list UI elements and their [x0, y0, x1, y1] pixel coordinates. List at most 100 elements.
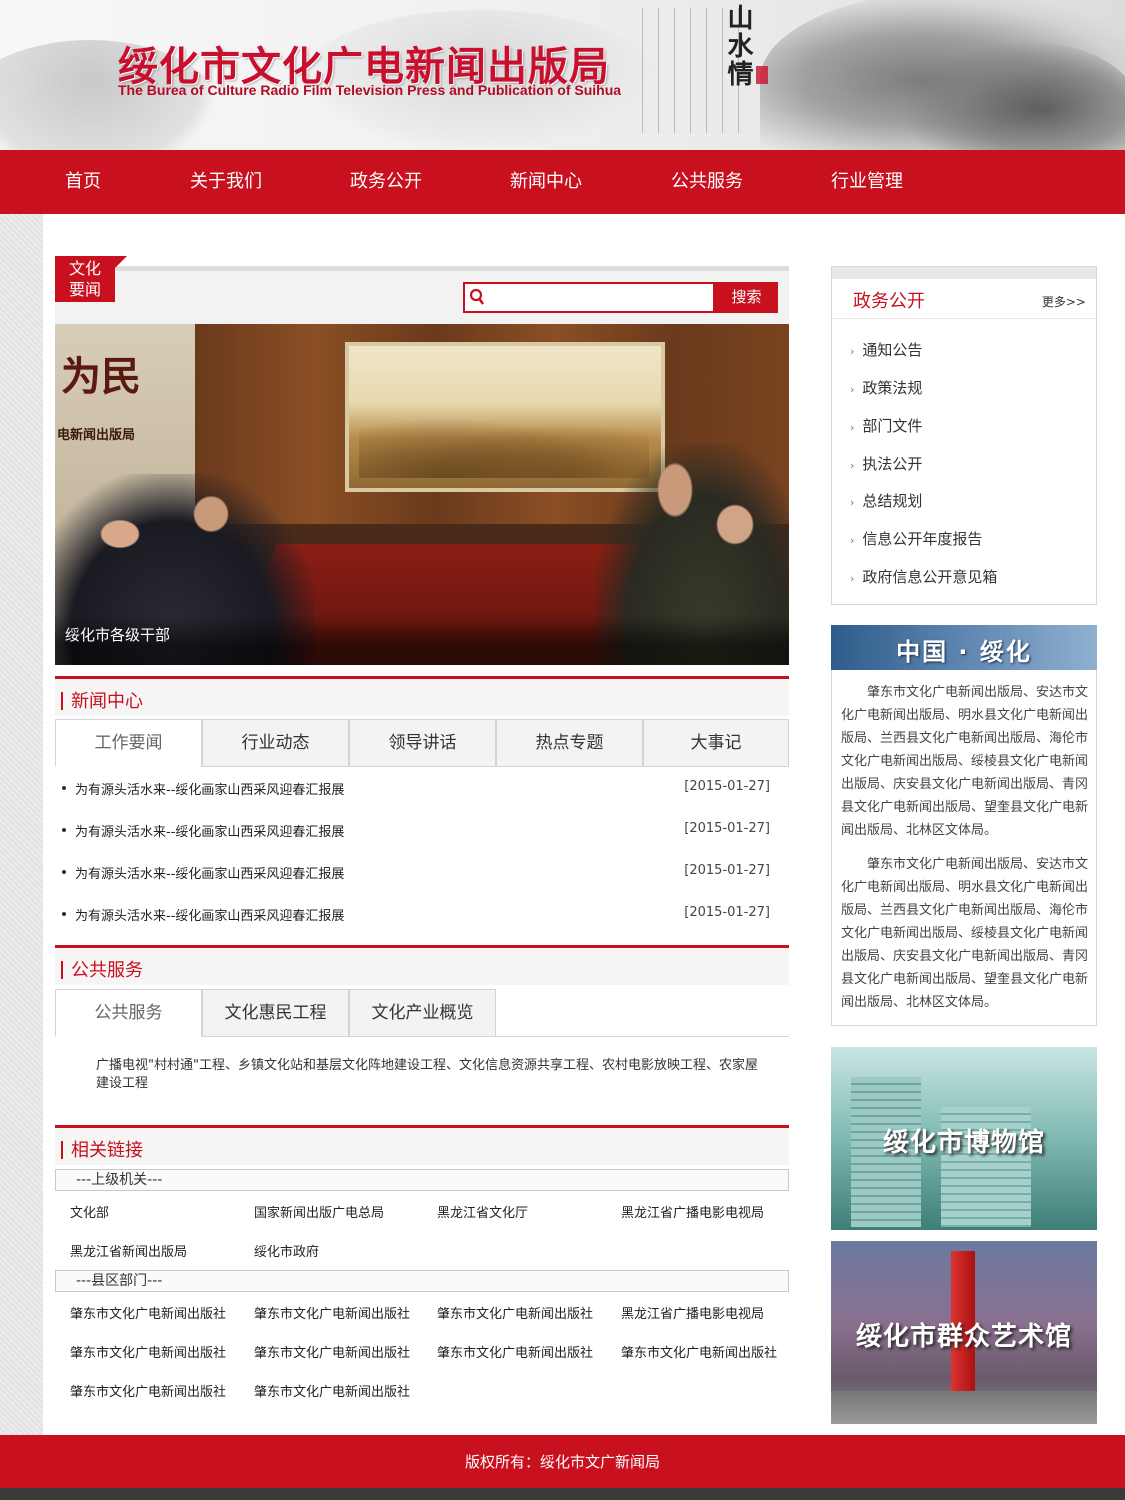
- news-item[interactable]: 为有源头活水来--绥化画家山西采风迎春汇报展 [2015-01-27]: [62, 905, 770, 925]
- related-link[interactable]: 肇东市文化广电新闻出版社: [70, 1381, 226, 1400]
- news-title[interactable]: 为有源头活水来--绥化画家山西采风迎春汇报展: [75, 821, 344, 840]
- news-date: [2015-01-27]: [684, 863, 770, 878]
- nav-item-about[interactable]: 关于我们: [180, 150, 272, 214]
- chevron-right-icon: ›: [850, 459, 855, 472]
- museum-title: 绥化市博物馆: [882, 1128, 1045, 1158]
- search-icon: [469, 288, 485, 305]
- gov-item-label[interactable]: 通知公告: [862, 341, 922, 359]
- news-tabs: 工作要闻 行业动态 领导讲话 热点专题 大事记: [55, 719, 789, 767]
- related-link[interactable]: 黑龙江省广播电影电视局: [621, 1202, 764, 1221]
- nav-item-gov[interactable]: 政务公开: [340, 150, 432, 214]
- related-link[interactable]: 肇东市文化广电新闻出版社: [254, 1342, 410, 1361]
- gov-item[interactable]: › 执法公开: [850, 453, 922, 474]
- gov-item-label[interactable]: 部门文件: [862, 417, 922, 435]
- related-link[interactable]: 肇东市文化广电新闻出版社: [437, 1303, 593, 1322]
- chevron-right-icon: ›: [850, 496, 855, 509]
- related-link[interactable]: 国家新闻出版广电总局: [254, 1202, 384, 1221]
- tab-industry-news[interactable]: 行业动态: [202, 719, 349, 767]
- related-link[interactable]: 肇东市文化广电新闻出版社: [70, 1342, 226, 1361]
- search-box: [463, 282, 715, 313]
- tab-leader-speech[interactable]: 领导讲话: [349, 719, 496, 767]
- gov-item-label[interactable]: 总结规划: [862, 492, 922, 510]
- related-link[interactable]: 肇东市文化广电新闻出版社: [254, 1303, 410, 1322]
- gov-item-label[interactable]: 信息公开年度报告: [862, 530, 982, 548]
- main-nav: 首页 关于我们 政务公开 新闻中心 公共服务 行业管理: [0, 150, 1125, 214]
- intro-paragraph: 肇东市文化广电新闻出版局、安达市文化广电新闻出版局、明水县文化广电新闻出版局、兰…: [841, 685, 1089, 838]
- slideshow-caption: 绥化市各级干部: [65, 626, 171, 644]
- gov-affairs-box: 政务公开 更多>> › 通知公告 › 政策法规 › 部门文件 › 执法公开 › 总结规划 …: [831, 266, 1097, 605]
- tab-hot-topics[interactable]: 热点专题: [496, 719, 643, 767]
- related-link[interactable]: 黑龙江省文化厅: [437, 1202, 528, 1221]
- related-link[interactable]: 黑龙江省广播电影电视局: [621, 1303, 764, 1322]
- tab-work-news[interactable]: 工作要闻: [55, 719, 202, 767]
- gov-item-label[interactable]: 政策法规: [862, 379, 922, 397]
- tab-culture-benefit[interactable]: 文化惠民工程: [202, 989, 349, 1037]
- gov-item-label[interactable]: 政府信息公开意见箱: [862, 568, 997, 586]
- bullet-icon: [62, 870, 66, 874]
- related-link[interactable]: 绥化市政府: [254, 1241, 319, 1260]
- related-link[interactable]: 肇东市文化广电新闻出版社: [70, 1303, 226, 1322]
- china-suihua-banner: 中国 · 绥化: [831, 625, 1097, 670]
- intro-box: 肇东市文化广电新闻出版局、安达市文化广电新闻出版局、明水县文化广电新闻出版局、兰…: [831, 670, 1097, 1026]
- search-button[interactable]: 搜索: [715, 282, 778, 313]
- related-link[interactable]: 文化部: [70, 1202, 109, 1221]
- art-center-banner[interactable]: 绥化市群众艺术馆: [831, 1241, 1097, 1424]
- section-label-line: 要闻: [68, 280, 101, 299]
- tab-culture-industry[interactable]: 文化产业概览: [349, 989, 496, 1037]
- section-label-line: 文化: [68, 259, 101, 278]
- chevron-right-icon: ›: [850, 534, 855, 547]
- search-input[interactable]: [489, 284, 709, 311]
- news-item[interactable]: 为有源头活水来--绥化画家山西采风迎春汇报展 [2015-01-27]: [62, 779, 770, 799]
- public-service-title: 公共服务: [61, 956, 143, 982]
- intro-paragraph: 肇东市文化广电新闻出版局、安达市文化广电新闻出版局、明水县文化广电新闻出版局、兰…: [841, 857, 1089, 1010]
- gov-item[interactable]: › 通知公告: [850, 339, 922, 360]
- museum-banner[interactable]: 绥化市博物馆: [831, 1047, 1097, 1230]
- gov-item[interactable]: › 信息公开年度报告: [850, 528, 982, 549]
- gov-item[interactable]: › 政府信息公开意见箱: [850, 566, 997, 587]
- site-header: 山水情 绥化市文化广电新闻出版局 The Burea of Culture Ra…: [0, 0, 1125, 150]
- news-item[interactable]: 为有源头活水来--绥化画家山西采风迎春汇报展 [2015-01-27]: [62, 863, 770, 883]
- more-link[interactable]: 更多>>: [1042, 293, 1086, 310]
- bullet-icon: [62, 786, 66, 790]
- news-title[interactable]: 为有源头活水来--绥化画家山西采风迎春汇报展: [75, 905, 344, 924]
- news-center-title: 新闻中心: [61, 687, 143, 713]
- seal-stamp: [756, 66, 768, 84]
- news-title[interactable]: 为有源头活水来--绥化画家山西采风迎春汇报展: [75, 779, 344, 798]
- news-item[interactable]: 为有源头活水来--绥化画家山西采风迎春汇报展 [2015-01-27]: [62, 821, 770, 841]
- chevron-right-icon: ›: [850, 345, 855, 358]
- related-link[interactable]: 黑龙江省新闻出版局: [70, 1241, 187, 1260]
- nav-item-home[interactable]: 首页: [50, 150, 116, 214]
- slideshow-image[interactable]: 为民 电新闻出版局 绥化市各级干部: [55, 324, 789, 665]
- road-art: [831, 1391, 1097, 1424]
- bullet-icon: [62, 912, 66, 916]
- related-link[interactable]: 肇东市文化广电新闻出版社: [254, 1381, 410, 1400]
- nav-item-service[interactable]: 公共服务: [661, 150, 753, 214]
- gov-item[interactable]: › 总结规划: [850, 490, 922, 511]
- related-link[interactable]: 肇东市文化广电新闻出版社: [437, 1342, 593, 1361]
- link-group-superior: ---上级机关---: [55, 1169, 789, 1191]
- tab-underline: [495, 1036, 789, 1037]
- chevron-right-icon: ›: [850, 572, 855, 585]
- nav-item-news[interactable]: 新闻中心: [500, 150, 592, 214]
- news-date: [2015-01-27]: [684, 821, 770, 836]
- site-subtitle: The Burea of Culture Radio Film Televisi…: [118, 82, 622, 98]
- gov-item-label[interactable]: 执法公开: [862, 455, 922, 473]
- bottom-strip: [0, 1488, 1125, 1500]
- link-group-county: ---县区部门---: [55, 1270, 789, 1292]
- site-footer: 版权所有：绥化市文广新闻局: [0, 1435, 1125, 1488]
- gov-item[interactable]: › 政策法规: [850, 377, 922, 398]
- news-date: [2015-01-27]: [684, 905, 770, 920]
- copyright-text: 版权所有：绥化市文广新闻局: [464, 1453, 660, 1471]
- gov-affairs-title: 政务公开: [853, 291, 925, 312]
- nav-item-industry[interactable]: 行业管理: [821, 150, 913, 214]
- service-content: 广播电视"村村通"工程、乡镇文化站和基层文化阵地建设工程、文化信息资源共享工程、…: [96, 1058, 758, 1091]
- news-title[interactable]: 为有源头活水来--绥化画家山西采风迎春汇报展: [75, 863, 344, 882]
- tab-events[interactable]: 大事记: [643, 719, 789, 767]
- divider: [832, 318, 1096, 319]
- gov-item[interactable]: › 部门文件: [850, 415, 922, 436]
- banner-title: 中国 · 绥化: [896, 638, 1032, 666]
- related-link[interactable]: 肇东市文化广电新闻出版社: [621, 1342, 777, 1361]
- tab-public-service[interactable]: 公共服务: [55, 989, 202, 1037]
- wall-calligraphy: 为民: [61, 353, 141, 400]
- box-top-bar: [832, 267, 1096, 279]
